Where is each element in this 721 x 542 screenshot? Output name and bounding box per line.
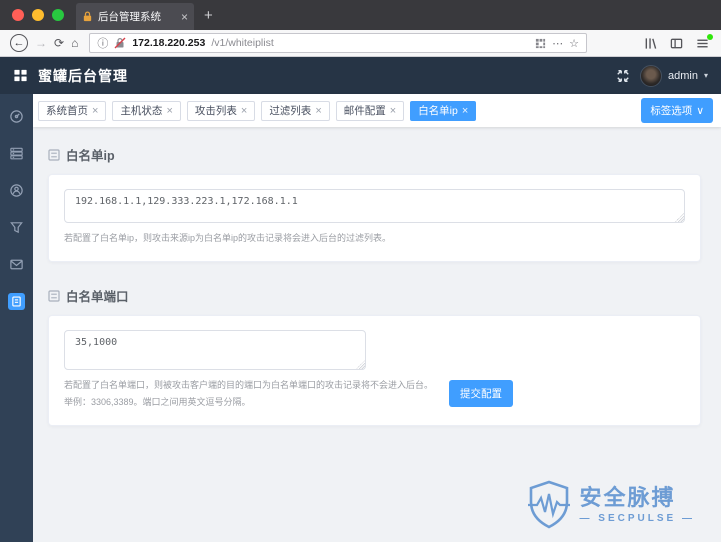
host-status-icon[interactable] (9, 145, 25, 161)
whitelist-ip-textarea[interactable]: 192.168.1.1,129.333.223.1,172.168.1.1 (64, 189, 685, 223)
secpulse-shield-icon (527, 480, 570, 529)
port-footer: 若配置了白名单端口，则被攻击客户端的目的端口为白名单端口的攻击记录将不会进入后台… (64, 370, 685, 411)
screenshot-grid-icon[interactable] (535, 38, 546, 49)
tag-close-icon[interactable]: × (462, 105, 468, 117)
tag-mail-config[interactable]: 邮件配置 × (335, 100, 405, 121)
filter-list-icon[interactable] (9, 219, 25, 235)
whitelist-port-section-title: 白名单端口 (48, 286, 701, 305)
content: 白名单ip 192.168.1.1,129.333.223.1,172.168.… (33, 127, 721, 542)
lock-favicon-icon (83, 11, 92, 22)
whitelist-ip-help: 若配置了白名单ip，则攻击来源ip为白名单ip的攻击记录将会进入后台的过滤列表。 (64, 233, 392, 243)
update-badge (707, 33, 713, 40)
list-icon (48, 289, 60, 302)
tag-close-icon[interactable]: × (92, 105, 98, 117)
browser-tab[interactable]: 后台管理系统 × (76, 3, 194, 30)
whitelist-ip-card: 192.168.1.1,129.333.223.1,172.168.1.1 若配… (48, 174, 701, 263)
home-button[interactable]: ⌂ (71, 37, 78, 49)
tag-whitelist-ip[interactable]: 白名单ip × (410, 100, 477, 121)
forward-button[interactable]: → (35, 37, 47, 49)
user-caret-icon: ▾ (703, 71, 708, 80)
main-area: 系统首页 × 主机状态 × 攻击列表 × 过滤列表 × 邮件配置 × 白名单ip… (33, 94, 721, 542)
toolbar-icons (644, 33, 713, 50)
watermark-en-text: — SECPULSE — (579, 513, 695, 525)
tag-system-home[interactable]: 系统首页 × (38, 100, 107, 121)
tag-close-icon[interactable]: × (390, 105, 396, 117)
tag-close-icon[interactable]: × (315, 105, 321, 117)
tag-close-icon[interactable]: × (241, 105, 247, 117)
submit-config-button[interactable]: 提交配置 (449, 380, 514, 408)
tag-host-status[interactable]: 主机状态 × (112, 100, 181, 121)
url-path: /v1/whiteiplist (211, 37, 274, 49)
tag-attack-list[interactable]: 攻击列表 × (186, 100, 256, 121)
new-tab-button[interactable]: + (194, 0, 223, 30)
fullscreen-icon[interactable] (616, 69, 630, 83)
whitelist-port-textarea[interactable]: 35,1000 (64, 330, 366, 371)
url-host: 172.18.220.253 (132, 37, 206, 49)
app-body: 系统首页 × 主机状态 × 攻击列表 × 过滤列表 × 邮件配置 × 白名单ip… (0, 94, 721, 542)
whitelist-port-card: 35,1000 若配置了白名单端口，则被攻击客户端的目的端口为白名单端口的攻击记… (48, 315, 701, 427)
whitelist-icon[interactable] (8, 293, 25, 310)
address-bar[interactable]: ⓘ 172.18.220.253/v1/whiteiplist ⋯ ☆ (89, 33, 587, 53)
mail-config-icon[interactable] (9, 256, 25, 272)
reload-button[interactable]: ⟳ (54, 37, 64, 49)
username: admin (668, 69, 698, 82)
browser-tab-title: 后台管理系统 (98, 11, 161, 23)
browser-titlebar: 后台管理系统 × + (0, 0, 721, 30)
back-button[interactable]: ← (10, 34, 28, 52)
list-icon (48, 148, 60, 161)
window-minimize-button[interactable] (32, 9, 44, 21)
site-info-icon[interactable]: ⓘ (97, 35, 108, 51)
window-zoom-button[interactable] (52, 9, 64, 21)
library-icon[interactable] (644, 37, 657, 50)
tag-options-button[interactable]: 标签选项 ∨ (641, 98, 713, 123)
sidebar (0, 94, 33, 542)
page-actions-icon[interactable]: ⋯ (552, 37, 563, 50)
bookmark-star-icon[interactable]: ☆ (569, 37, 579, 50)
whitelist-port-help: 若配置了白名单端口，则被攻击客户端的目的端口为白名单端口的攻击记录将不会进入后台… (64, 377, 433, 411)
tab-close-icon[interactable]: × (181, 10, 188, 24)
insecure-lock-icon (114, 37, 126, 49)
app-title: 蜜罐后台管理 (38, 67, 128, 84)
port-help-line2: 举例：3306,3389。端口之间用英文逗号分隔。 (64, 397, 251, 408)
dashboard-icon[interactable] (9, 108, 25, 124)
secpulse-watermark: 安全脉搏 — SECPULSE — (527, 480, 695, 530)
attack-list-icon[interactable] (9, 182, 25, 198)
chevron-down-icon: ∨ (696, 104, 704, 117)
whitelist-ip-section-title: 白名单ip (48, 145, 701, 164)
tag-filter-list[interactable]: 过滤列表 × (261, 100, 330, 121)
tag-close-icon[interactable]: × (166, 105, 172, 117)
sidebar-toggle-icon[interactable] (670, 37, 683, 50)
user-menu[interactable]: admin ▾ (640, 64, 708, 87)
window-close-button[interactable] (12, 9, 24, 21)
window-controls (0, 0, 76, 30)
port-help-line1: 若配置了白名单端口，则被攻击客户端的目的端口为白名单端口的攻击记录将不会进入后台… (64, 380, 434, 391)
avatar (640, 64, 663, 87)
watermark-cn-text: 安全脉搏 (579, 484, 676, 510)
app-header: 蜜罐后台管理 admin ▾ (0, 57, 721, 94)
browser-navbar: ← → ⟳ ⌂ ⓘ 172.18.220.253/v1/whiteiplist … (0, 30, 721, 57)
tags-bar: 系统首页 × 主机状态 × 攻击列表 × 过滤列表 × 邮件配置 × 白名单ip… (33, 94, 721, 127)
menu-button[interactable] (696, 33, 713, 50)
menu-grid-icon[interactable] (13, 68, 28, 83)
